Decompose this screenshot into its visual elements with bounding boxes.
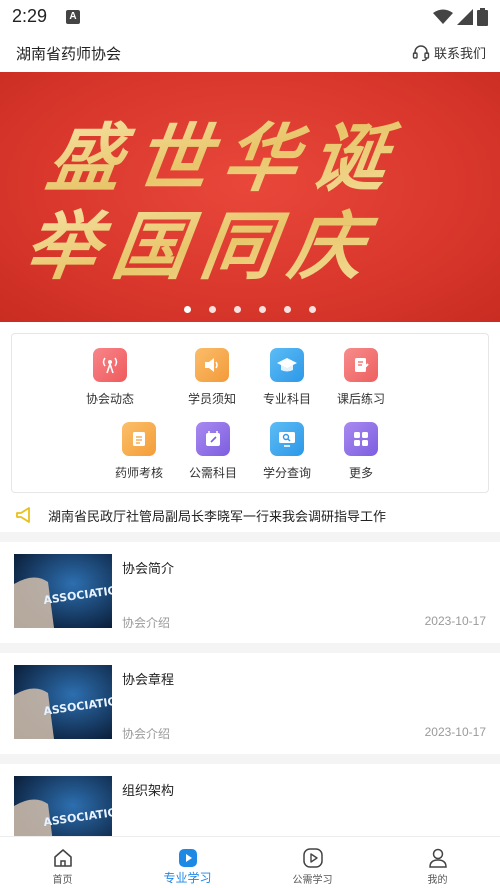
grid-label: 专业科目 — [262, 392, 311, 406]
signal-icon — [457, 9, 473, 25]
battery-icon — [477, 8, 488, 26]
carousel-dot[interactable] — [209, 306, 216, 313]
speaker-icon — [195, 348, 229, 382]
grid-item-after-class-practice[interactable]: 课后练习 — [321, 348, 401, 418]
edit-note-icon — [344, 348, 378, 382]
home-icon — [53, 849, 72, 867]
grid-item-student-notice[interactable]: 学员须知 — [172, 348, 252, 418]
list-item[interactable]: ASSOCIATION 协会简介 协会介绍 2023-10-17 — [0, 542, 500, 646]
status-bar: 2:29 A — [0, 0, 500, 34]
grid-label: 协会动态 — [85, 392, 134, 406]
user-icon — [428, 848, 447, 868]
article-thumbnail: ASSOCIATION — [14, 554, 112, 628]
grid-item-more[interactable]: 更多 — [321, 422, 401, 492]
graduation-cap-icon — [270, 348, 304, 382]
grid-label: 药师考核 — [114, 466, 163, 480]
tab-mine[interactable]: 我的 — [375, 837, 500, 888]
article-thumbnail: ASSOCIATION — [14, 776, 112, 836]
grid-item-pharmacist-assessment[interactable]: 药师考核 — [99, 422, 179, 492]
tab-home[interactable]: 首页 — [0, 837, 125, 888]
banner-artwork: 盛世华诞 举国同庆 — [19, 114, 406, 290]
tab-professional-learning[interactable]: 专业学习 — [125, 837, 250, 888]
grid-label: 课后练习 — [336, 392, 385, 406]
article-date: 2023-10-17 — [424, 725, 486, 739]
headset-icon — [412, 44, 430, 61]
carousel-dot[interactable] — [284, 306, 291, 313]
megaphone-icon — [16, 507, 30, 523]
notice-bar[interactable]: 湖南省民政厅社管局副局长李晓军一行来我会调研指导工作 — [0, 498, 500, 532]
app-title: 湖南省药师协会 — [16, 45, 122, 63]
banner-carousel[interactable]: 盛世华诞 举国同庆 — [0, 72, 500, 322]
contact-us-button[interactable]: 联系我们 — [412, 43, 486, 62]
grid-item-association-news[interactable]: 协会动态 — [70, 348, 150, 418]
bottom-tab-bar: 首页 专业学习 公需学习 我的 — [0, 836, 500, 888]
function-grid: 协会动态 学员须知 专业科目 课后练习 药师考核 公需科目 学分查询 更多 — [11, 333, 489, 493]
play-icon — [178, 849, 197, 867]
notice-text: 湖南省民政厅社管局副局长李晓军一行来我会调研指导工作 — [48, 510, 387, 525]
contact-us-label: 联系我们 — [433, 47, 486, 62]
article-title: 组织架构 — [122, 784, 175, 799]
list-item[interactable]: ASSOCIATION 组织架构 — [0, 764, 500, 836]
tab-label: 我的 — [427, 875, 448, 886]
broadcast-icon — [93, 348, 127, 382]
app-header: 湖南省药师协会 联系我们 — [0, 34, 500, 72]
article-category: 协会介绍 — [122, 727, 171, 741]
grid-item-professional-subjects[interactable]: 专业科目 — [247, 348, 327, 418]
grid-label: 公需科目 — [188, 466, 237, 480]
tab-label: 首页 — [52, 875, 73, 886]
banner-headline-line1: 盛世华诞 — [42, 114, 406, 202]
carousel-indicator — [0, 306, 500, 313]
carousel-dot[interactable] — [184, 306, 191, 313]
monitor-search-icon — [270, 422, 304, 456]
status-icons — [433, 7, 488, 27]
section-divider — [0, 754, 500, 764]
list-item[interactable]: ASSOCIATION 协会章程 协会介绍 2023-10-17 — [0, 653, 500, 757]
play-circle-icon — [302, 848, 323, 868]
grid-item-public-subjects[interactable]: 公需科目 — [173, 422, 253, 492]
article-date: 2023-10-17 — [424, 614, 486, 628]
section-divider — [0, 532, 500, 542]
carousel-dot[interactable] — [309, 306, 316, 313]
tab-public-learning[interactable]: 公需学习 — [250, 837, 375, 888]
grid-item-credit-query[interactable]: 学分查询 — [247, 422, 327, 492]
tab-label: 公需学习 — [292, 875, 333, 886]
wifi-icon — [433, 9, 453, 24]
carousel-dot[interactable] — [259, 306, 266, 313]
status-time: 2:29 — [12, 6, 48, 26]
notification-badge: A — [66, 10, 80, 24]
grid-label: 学员须知 — [187, 392, 236, 406]
tab-label: 专业学习 — [163, 871, 212, 885]
grid-label: 更多 — [348, 466, 373, 480]
article-thumbnail: ASSOCIATION — [14, 665, 112, 739]
banner-headline-line2: 举国同庆 — [19, 202, 383, 290]
article-title: 协会章程 — [122, 673, 175, 688]
carousel-dot[interactable] — [234, 306, 241, 313]
article-category: 协会介绍 — [122, 616, 171, 630]
grid-label: 学分查询 — [262, 466, 311, 480]
article-title: 协会简介 — [122, 562, 175, 577]
section-divider — [0, 643, 500, 653]
calendar-edit-icon — [196, 422, 230, 456]
clipboard-icon — [122, 422, 156, 456]
grid-more-icon — [344, 422, 378, 456]
